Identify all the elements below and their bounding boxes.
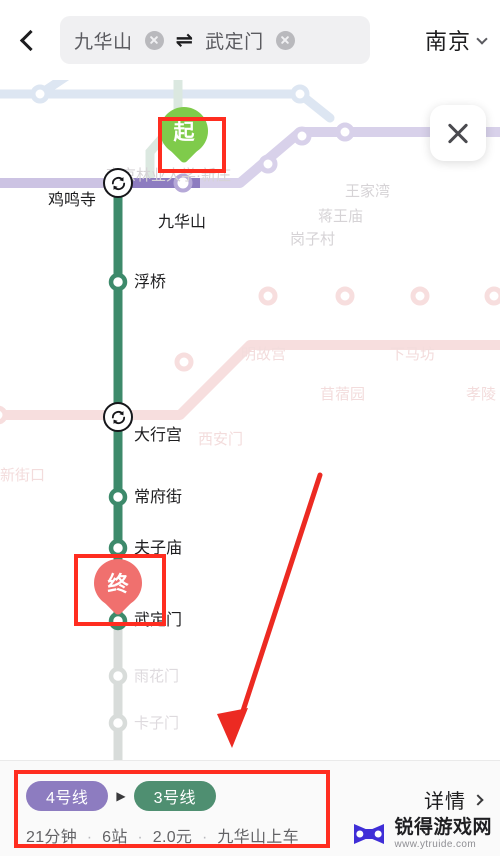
close-icon: [445, 120, 471, 146]
metro-lines-layer: [0, 80, 500, 760]
start-marker-label: 起: [160, 107, 208, 155]
route-stop-count: 6站: [102, 829, 128, 846]
station-label-jiuhuashan[interactable]: 九华山: [158, 215, 206, 231]
origin-field[interactable]: 九华山: [74, 27, 133, 54]
line-arrow-icon: ▶: [116, 789, 126, 803]
station-label-other: 明故宫: [241, 346, 287, 363]
chevron-down-icon: [476, 32, 488, 45]
line-badge-4[interactable]: 4号线: [26, 781, 109, 811]
annotation-arrow-icon: [217, 472, 323, 748]
station-label-other: 孝陵: [466, 386, 497, 403]
line-badge-3[interactable]: 3号线: [133, 781, 217, 811]
city-name-label: 南京: [424, 29, 471, 54]
station-label-other: 下马坊: [390, 346, 436, 363]
station-label-other: 新街口: [0, 467, 46, 484]
transfer-refresh-icon: [111, 410, 125, 424]
transfer-icon-daxinggong[interactable]: [103, 402, 133, 432]
back-button[interactable]: [0, 0, 56, 80]
watermark-url: www.ytruide.com: [394, 839, 477, 850]
meta-separator: ·: [201, 829, 208, 846]
station-label-daxinggong[interactable]: 大行宫: [134, 428, 182, 444]
transfer-refresh-icon: [111, 176, 125, 190]
city-selector[interactable]: 南京: [424, 24, 488, 56]
line-badges: 4号线 ▶ 3号线: [26, 781, 217, 811]
chevron-right-icon: [472, 793, 484, 806]
end-marker-label: 终: [94, 559, 142, 607]
meta-separator: ·: [86, 829, 93, 846]
bowtie-logo-icon: [354, 824, 385, 844]
station-label-other: 蒋王庙: [318, 208, 364, 225]
origin-clear-icon[interactable]: [144, 30, 164, 50]
destination-field[interactable]: 武定门: [205, 27, 264, 54]
site-watermark: 锐得游戏网 www.ytruide.com: [349, 818, 492, 850]
station-label-fuqiao[interactable]: 浮桥: [134, 275, 166, 291]
start-marker[interactable]: 起: [160, 107, 208, 165]
route-search-pill[interactable]: 九华山 ⇌ 武定门: [60, 16, 370, 64]
station-label-changfujie[interactable]: 常府街: [134, 490, 182, 506]
route-fare: 2.0元: [152, 829, 193, 846]
end-marker[interactable]: 终: [94, 559, 142, 617]
details-label: 详情: [424, 791, 466, 813]
transfer-icon-jimingsi[interactable]: [103, 168, 133, 198]
route-boarding: 九华山上车: [217, 829, 299, 846]
station-label-other: 西安门: [198, 431, 244, 448]
metro-map[interactable]: 南京林业大学·新庄 王家湾 蒋王庙 岗子村 明故宫 下马坊 苜蓿园 孝陵 西安门…: [0, 80, 500, 760]
watermark-texts: 锐得游戏网 www.ytruide.com: [394, 818, 492, 850]
station-label-fuzimiao[interactable]: 夫子庙: [134, 541, 182, 557]
route-meta: 21分钟 · 6站 · 2.0元 · 九华山上车: [26, 823, 299, 847]
swap-arrows-icon[interactable]: ⇌: [176, 30, 194, 51]
close-button[interactable]: [430, 105, 486, 161]
station-label-other: 岗子村: [290, 231, 336, 248]
station-label-jimingsi[interactable]: 鸡鸣寺: [48, 193, 96, 209]
details-link[interactable]: 详情: [424, 785, 484, 814]
route-duration: 21分钟: [26, 829, 77, 846]
station-label-other: 卡子门: [134, 715, 180, 732]
destination-clear-icon[interactable]: [275, 30, 295, 50]
station-label-other: 苜蓿园: [320, 386, 366, 403]
header-bar: 九华山 ⇌ 武定门 南京: [0, 0, 500, 80]
chevron-left-icon: [19, 29, 42, 51]
station-label-other: 雨花门: [134, 668, 180, 685]
station-label-other: 王家湾: [345, 183, 391, 200]
app-root: 九华山 ⇌ 武定门 南京 南京林业大学·新庄 王家湾 蒋王庙 岗子村 明故宫 下…: [0, 0, 500, 856]
meta-separator: ·: [137, 829, 144, 846]
watermark-name: 锐得游戏网: [394, 817, 492, 838]
